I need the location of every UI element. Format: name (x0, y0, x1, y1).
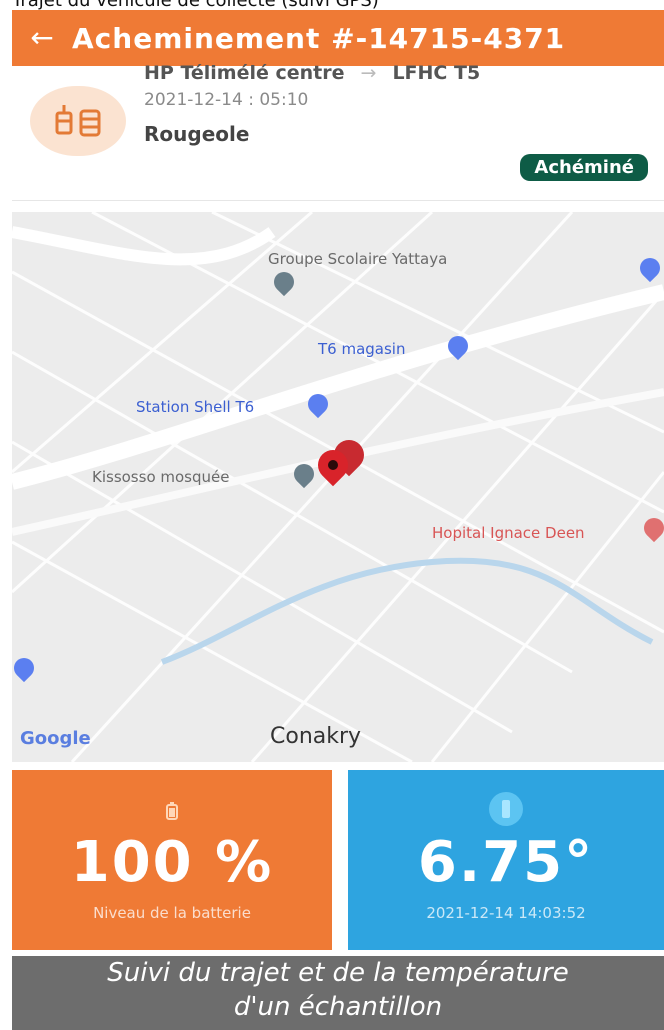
poi-station-shell-t6[interactable]: Station Shell T6 (136, 398, 254, 416)
poi-t6-magasin[interactable]: T6 magasin (318, 340, 405, 358)
temperature-value: 6.75° (417, 830, 595, 895)
temperature-panel: 6.75° 2021-12-14 14:03:52 (348, 770, 664, 950)
shipment-datetime: 2021-12-14 : 05:10 (144, 90, 309, 110)
app-bar: ← Acheminement #-14715-4371 (12, 10, 664, 66)
battery-panel: 100 % Niveau de la batterie (12, 770, 332, 950)
poi-hopital-ignace-deen[interactable]: Hopital Ignace Deen (432, 524, 585, 542)
map-view[interactable]: Groupe Scolaire Yattaya T6 magasin Stati… (12, 212, 664, 762)
battery-label: Niveau de la batterie (93, 904, 251, 922)
destination: LFHC T5 (392, 62, 481, 84)
google-attribution[interactable]: Google (20, 728, 91, 749)
vaccine-vial-icon-graphic (55, 105, 101, 137)
poi-groupe-scolaire-yattaya[interactable]: Groupe Scolaire Yattaya (268, 250, 447, 268)
battery-value: 100 % (70, 830, 274, 895)
thermometer-icon (489, 792, 523, 826)
origin: HP Télimélé centre (144, 62, 345, 84)
page-title: Acheminement #-14715-4371 (72, 21, 566, 55)
temperature-timestamp: 2021-12-14 14:03:52 (426, 904, 586, 922)
status-badge: Achéminé (520, 154, 648, 181)
battery-icon (166, 802, 178, 824)
caption-line-2: d'un échantillon (233, 992, 443, 1022)
caption-line-1: Suivi du trajet et de la température (107, 958, 569, 988)
map-city-label: Conakry (270, 724, 362, 749)
arrow-left-icon[interactable]: ← (12, 10, 72, 66)
top-cropped-caption: Trajet du véhicule de collecte (suivi GP… (0, 0, 664, 10)
arrow-right-icon: → (360, 62, 377, 84)
shipment-card[interactable]: HP Télimélé centre → LFHC T5 2021-12-14 : … (12, 62, 664, 201)
vaccine-vial-icon (30, 86, 126, 156)
poi-kissosso-mosquee[interactable]: Kissosso mosquée (92, 468, 229, 486)
disease-name: Rougeole (144, 122, 250, 146)
figure-caption: Suivi du trajet et de la température d'u… (12, 956, 664, 1030)
route: HP Télimélé centre → LFHC T5 (144, 62, 480, 84)
map-streets (12, 212, 664, 762)
